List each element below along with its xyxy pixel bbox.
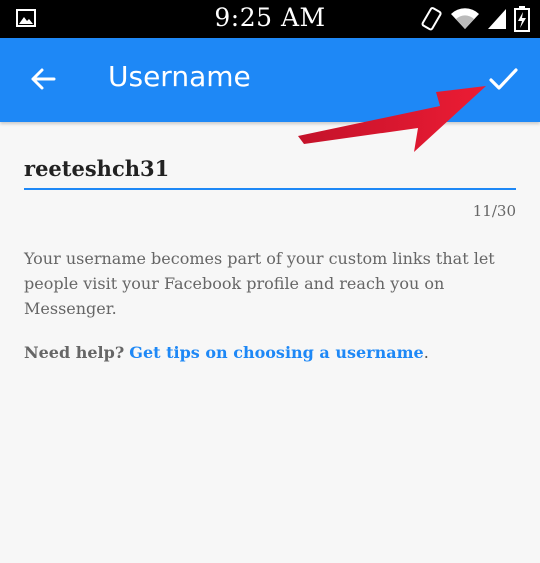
wifi-icon: [451, 8, 479, 30]
help-suffix: .: [423, 343, 429, 362]
help-label: Need help?: [24, 343, 125, 362]
check-icon[interactable]: [486, 62, 520, 96]
app-bar: Username: [0, 38, 540, 122]
help-link[interactable]: Get tips on choosing a username: [129, 343, 423, 362]
help-text: Need help? Get tips on choosing a userna…: [24, 343, 520, 362]
char-counter: 11/30: [472, 202, 516, 220]
signal-icon: [488, 9, 506, 29]
status-bar: 9:25 AM: [0, 0, 540, 38]
back-arrow-icon[interactable]: [26, 62, 60, 96]
page-title: Username: [108, 60, 251, 93]
battery-charging-icon: [514, 6, 530, 32]
input-underline: [24, 188, 516, 190]
username-description: Your username becomes part of your custo…: [24, 249, 495, 318]
username-input[interactable]: [24, 148, 516, 188]
vibrate-icon: [421, 7, 442, 31]
